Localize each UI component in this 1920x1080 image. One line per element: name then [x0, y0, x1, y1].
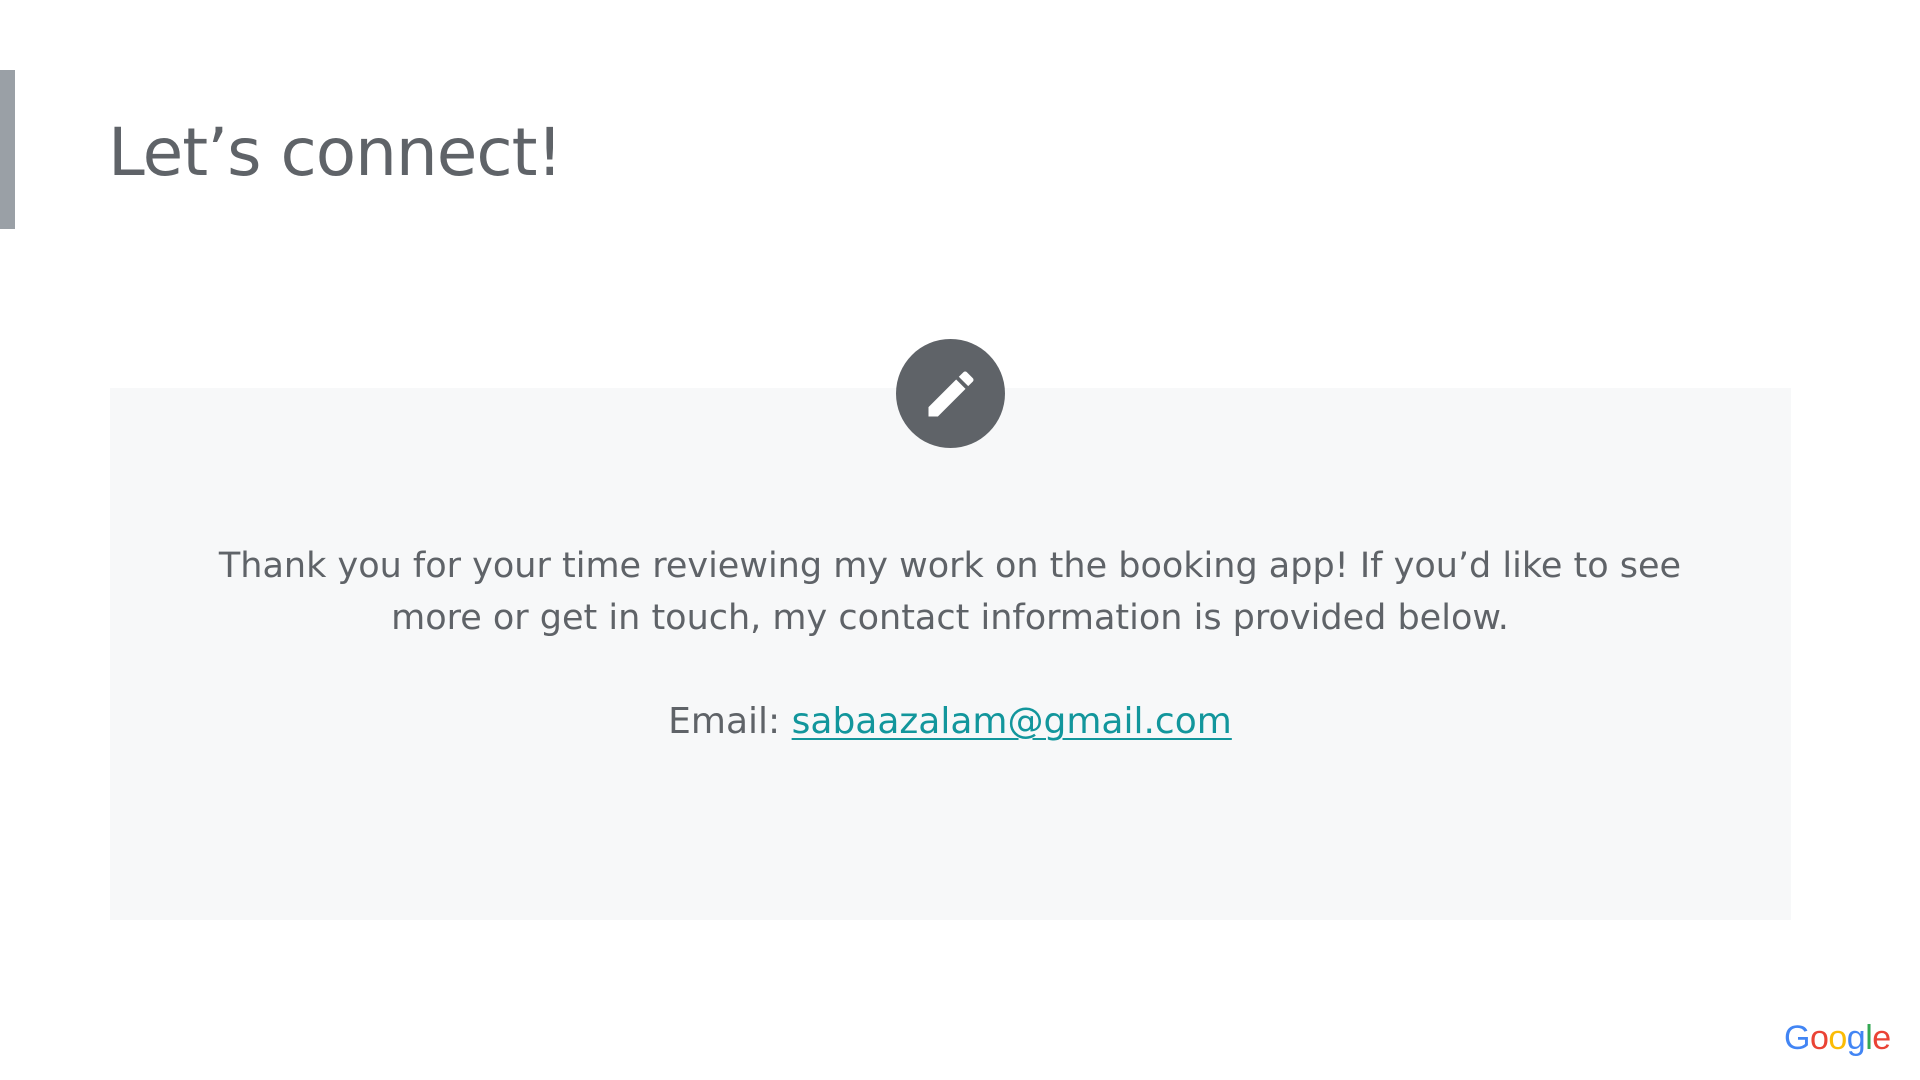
- icon-badge: [896, 339, 1005, 448]
- thank-you-message: Thank you for your time reviewing my wor…: [218, 546, 1682, 638]
- accent-bar: [0, 70, 15, 229]
- email-link[interactable]: sabaazalam@gmail.com: [792, 701, 1232, 742]
- google-logo: Google: [1784, 1018, 1891, 1058]
- slide-title: Let’s connect!: [108, 114, 563, 191]
- email-line: Email: sabaazalam@gmail.com: [190, 696, 1710, 748]
- logo-letter: o: [1809, 1019, 1829, 1057]
- content-card: [110, 388, 1791, 920]
- email-label: Email:: [668, 701, 792, 742]
- logo-letter: G: [1784, 1019, 1810, 1057]
- logo-letter: e: [1872, 1019, 1891, 1057]
- logo-letter: o: [1828, 1019, 1847, 1057]
- pencil-icon: [928, 370, 974, 416]
- slide: Let’s connect! Thank you for your time r…: [0, 0, 1920, 1080]
- logo-letter: g: [1846, 1019, 1866, 1057]
